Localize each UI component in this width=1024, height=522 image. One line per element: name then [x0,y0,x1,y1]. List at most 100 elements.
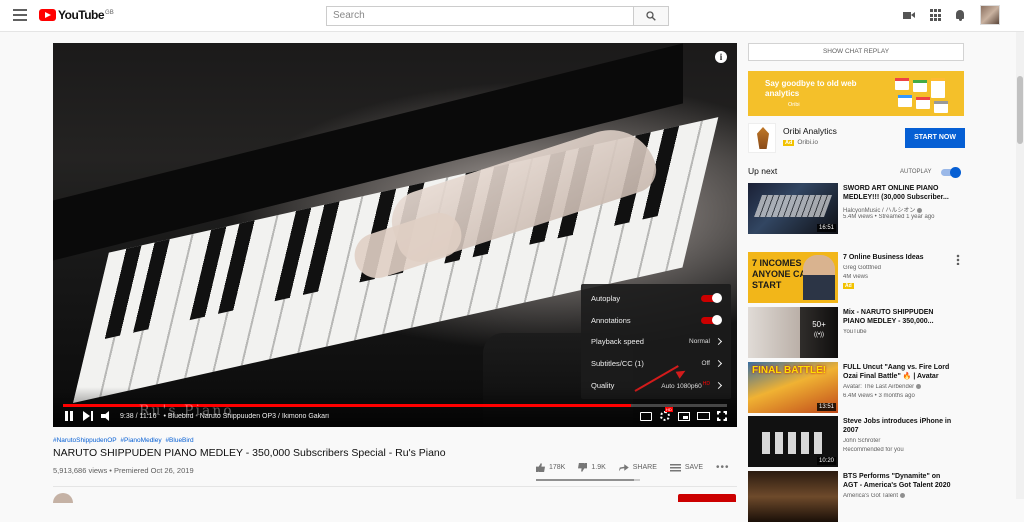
show-chat-replay-button[interactable]: SHOW CHAT REPLAY [748,43,964,61]
start-now-button[interactable]: START NOW [905,128,965,148]
recommendation-item[interactable]: 50+ ((•)) Mix - NARUTO SHIPPUDEN PIANO ME… [748,307,964,358]
search-icon [646,11,656,21]
time-display: 9:38 / 11:16 [120,412,157,420]
search-button[interactable] [634,6,669,26]
scrollbar-thumb[interactable] [1017,76,1023,144]
fullscreen-icon[interactable] [717,411,727,421]
rec-channel: John Schroter [843,438,881,444]
duration-badge: 16:51 [816,224,836,232]
video-thumbnail[interactable] [748,471,838,522]
recommendation-item[interactable]: 16:51 SWORD ART ONLINE PIANO MEDLEY!!! (… [748,183,964,234]
mix-overlay: 50+ ((•)) [800,307,838,358]
subscribe-button[interactable] [678,494,736,502]
setting-subtitles[interactable]: Subtitles/CC (1) Off [581,353,731,375]
thumb-up-icon [536,463,545,472]
like-button[interactable]: 178K [536,463,565,472]
recommendation-item[interactable]: 7 INCOMES ANYONE CAN START 7 Online Busi… [748,252,964,303]
rec-channel: Avatar: The Last Airbender [843,384,963,390]
rec-title: 7 Online Business Ideas [843,254,924,261]
apps-grid-icon[interactable] [930,9,943,22]
hashtag-link[interactable]: #BlueBird [165,437,193,444]
more-vertical-icon[interactable] [956,254,960,265]
create-video-icon[interactable] [903,9,916,22]
page-scrollbar[interactable] [1016,32,1024,499]
progress-bar[interactable] [63,404,727,407]
volume-icon[interactable] [101,410,113,422]
dislike-button[interactable]: 1.9K [578,463,606,472]
chevron-right-icon [714,338,723,346]
setting-label: Playback speed [591,337,644,347]
ad-banner-brand: Oribi [788,102,800,108]
youtube-logo[interactable]: YouTube GB [39,9,114,21]
rec-meta: 5.4M views • Streamed 1 year ago [843,214,935,220]
ad-tile-graphic [916,97,930,109]
hashtags: #NarutoShippudenOP #PianoMedley #BlueBir… [53,437,196,444]
save-button[interactable]: SAVE [669,463,704,472]
ad-tile-graphic [895,78,909,90]
info-icon[interactable]: i [715,51,727,63]
like-ratio-bar [536,479,640,481]
rec-meta: 4M views [843,274,869,280]
share-label: SHARE [632,464,657,471]
video-thumbnail[interactable]: 7 INCOMES ANYONE CAN START [748,252,838,303]
search-input[interactable]: Search [326,6,634,26]
logo-region: GB [105,10,114,16]
setting-annotations[interactable]: Annotations [581,310,731,332]
channel-name: Avatar: The Last Airbender [843,384,915,391]
notifications-bell-icon[interactable] [954,9,967,22]
rec-title: BTS Performs "Dynamite" on AGT - America… [843,473,951,489]
share-button[interactable]: SHARE [618,464,657,472]
up-next-heading: Up next [748,166,778,176]
settings-menu: Autoplay Annotations Playback speed Norm… [581,284,731,399]
video-thumbnail[interactable]: 16:51 [748,183,838,234]
autoplay-toggle[interactable] [941,167,961,178]
rec-title: SWORD ART ONLINE PIANO MEDLEY!!! (30,000… [843,185,949,201]
setting-label: Annotations [591,315,631,325]
chapter-title[interactable]: • Bluebird - Naruto Shippuuden OP3 / Iki… [163,413,633,420]
channel-name: America's Got Talent [843,493,899,500]
thumb-text: FINAL BATTLE! [752,365,827,376]
more-actions-button[interactable]: ••• [716,462,730,472]
ad-banner[interactable]: Say goodbye to old web analytics Oribi [748,71,964,116]
next-icon[interactable] [82,410,94,422]
rec-meta: 6.4M views • 3 months ago [843,393,915,399]
setting-playback-speed[interactable]: Playback speed Normal [581,331,731,353]
chevron-right-icon [714,360,723,368]
recommendation-item[interactable]: FINAL BATTLE! 13:51 FULL Uncut "Aang vs. … [748,362,964,413]
channel-avatar[interactable] [53,493,73,503]
hamburger-menu-icon[interactable] [13,9,27,21]
video-thumbnail[interactable]: 10:20 [748,416,838,467]
autoplay-toggle[interactable] [701,293,722,304]
rec-channel: Greg Gottfried [843,265,882,271]
save-label: SAVE [684,464,704,471]
setting-label: Autoplay [591,294,621,304]
mix-radio-icon: ((•)) [813,332,825,338]
hashtag-link[interactable]: #PianoMedley [120,437,161,444]
playlist-add-icon [669,463,681,472]
settings-gear-icon[interactable] [659,407,673,422]
setting-value: Off [701,360,710,368]
video-player[interactable]: i Autoplay Annotations Playback speed No… [53,43,737,427]
miniplayer-icon[interactable] [678,411,690,421]
rec-channel: YouTube [843,329,867,335]
video-thumbnail[interactable]: 50+ ((•)) [748,307,838,358]
progress-fill [63,404,631,407]
rec-title: Mix - NARUTO SHIPPUDEN PIANO MEDLEY - 35… [843,309,934,325]
verified-check-icon [900,493,906,498]
video-actions: 178K 1.9K SHARE SAVE ••• [536,462,730,472]
recommendation-item[interactable]: 10:20 Steve Jobs introduces iPhone in 20… [748,416,964,467]
user-avatar[interactable] [980,5,1000,25]
recommendation-item[interactable]: BTS Performs "Dynamite" on AGT - America… [748,471,964,522]
ad-banner-headline: Say goodbye to old web analytics [765,79,857,98]
subtitles-icon[interactable] [640,411,652,421]
hashtag-link[interactable]: #NarutoShippudenOP [53,437,117,444]
ad-tile-graphic [934,101,948,113]
video-thumbnail[interactable]: FINAL BATTLE! 13:51 [748,362,838,413]
setting-autoplay[interactable]: Autoplay [581,288,731,310]
ad-card[interactable]: Oribi Analytics Ad Oribi.io START NOW [748,122,965,155]
theater-mode-icon[interactable] [697,412,710,420]
top-bar: YouTube GB Search [0,0,1024,32]
pause-icon[interactable] [63,410,75,422]
annotations-toggle[interactable] [701,314,722,325]
rec-channel: HalcyonMusic / ハルシオン [843,205,963,214]
